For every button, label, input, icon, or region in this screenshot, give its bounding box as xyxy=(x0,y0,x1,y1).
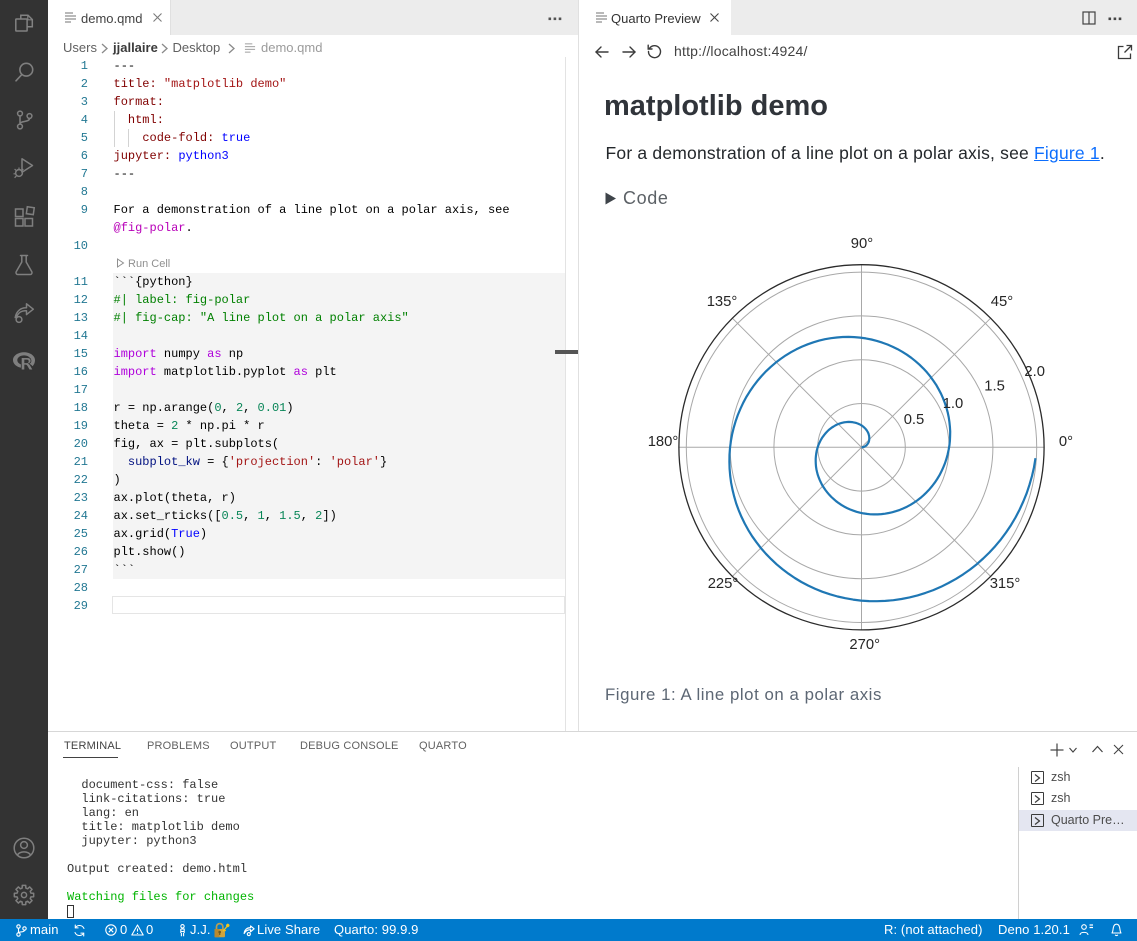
svg-text:90°: 90° xyxy=(851,236,873,252)
svg-text:1.0: 1.0 xyxy=(943,396,964,412)
svg-text:135°: 135° xyxy=(707,294,738,310)
svg-text:45°: 45° xyxy=(991,294,1013,310)
svg-text:180°: 180° xyxy=(648,434,679,450)
svg-text:225°: 225° xyxy=(708,576,739,592)
svg-text:315°: 315° xyxy=(990,576,1021,592)
svg-text:270°: 270° xyxy=(849,637,880,653)
svg-text:1.5: 1.5 xyxy=(984,379,1005,395)
svg-text:0°: 0° xyxy=(1059,434,1073,450)
svg-text:0.5: 0.5 xyxy=(904,412,925,428)
svg-text:2.0: 2.0 xyxy=(1024,364,1045,380)
